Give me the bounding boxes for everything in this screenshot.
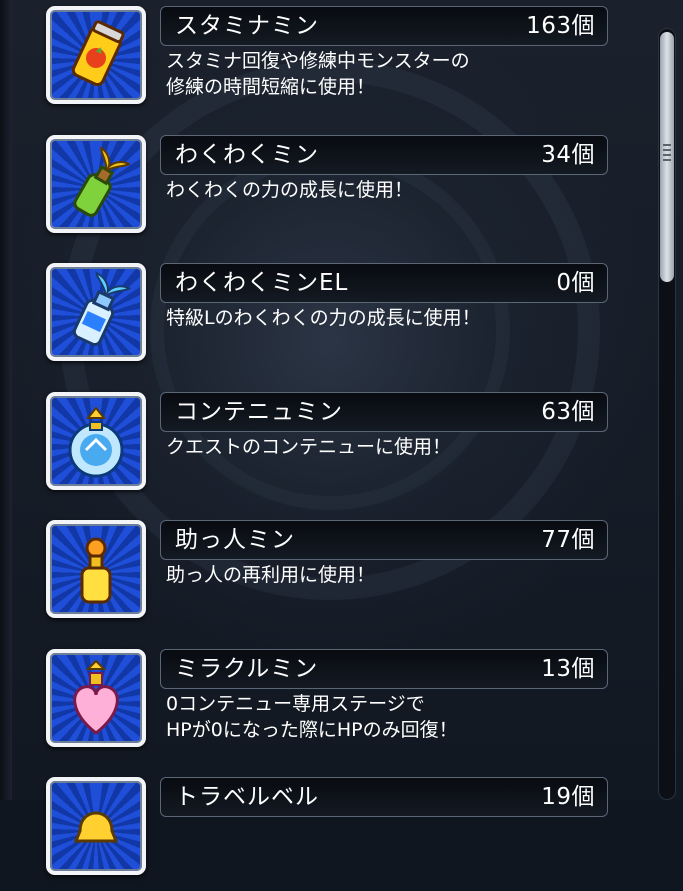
item-description-line: 0コンテニュー専用ステージで — [166, 693, 425, 715]
item-name-bar: わくわくミン 34個 — [160, 135, 608, 175]
list-item-stamina[interactable]: スタミナミン 163個 スタミナ回復や修練中モンスターの 修練の時間短縮に使用！ — [0, 0, 650, 120]
item-description-line: 助っ人の再利用に使用！ — [166, 564, 376, 586]
item-name-bar: わくわくミンEL 0個 — [160, 263, 608, 303]
item-name-bar: 助っ人ミン 77個 — [160, 520, 608, 560]
item-description: スタミナ回復や修練中モンスターの 修練の時間短縮に使用！ — [166, 48, 606, 100]
item-count: 34個 — [541, 142, 595, 168]
item-name-bar: コンテニュミン 63個 — [160, 392, 608, 432]
bell-icon — [46, 777, 146, 875]
item-count: 63個 — [541, 399, 595, 425]
list-item-travel-bell[interactable]: トラベルベル 19個 — [0, 771, 650, 891]
item-name: 助っ人ミン — [175, 527, 295, 553]
item-name-bar: トラベルベル 19個 — [160, 777, 608, 817]
item-description-line: スタミナ回復や修練中モンスターの — [166, 50, 470, 72]
list-item-helper[interactable]: 助っ人ミン 77個 助っ人の再利用に使用！ — [0, 514, 650, 634]
list-item-wakuwaku-el[interactable]: わくわくミンEL 0個 特級Lのわくわくの力の成長に使用！ — [0, 257, 650, 377]
item-description-line: HPが0になった際にHPのみ回復！ — [166, 719, 458, 741]
list-item-wakuwaku[interactable]: わくわくミン 34個 わくわくの力の成長に使用！ — [0, 129, 650, 249]
item-description-line: 修練の時間短縮に使用！ — [166, 76, 376, 98]
list-item-miracle[interactable]: ミラクルミン 13個 0コンテニュー専用ステージで HPが0になった際にHPのみ… — [0, 643, 650, 763]
item-name: トラベルベル — [175, 784, 319, 810]
scrollbar-grip-line — [663, 159, 671, 161]
item-count: 0個 — [556, 270, 595, 296]
item-count: 19個 — [541, 784, 595, 810]
item-description: 0コンテニュー専用ステージで HPが0になった際にHPのみ回復！ — [166, 691, 606, 743]
item-description-line: 特級Lのわくわくの力の成長に使用！ — [166, 307, 481, 329]
list-item-continue[interactable]: コンテニュミン 63個 クエストのコンテニューに使用！ — [0, 386, 650, 506]
item-name: スタミナミン — [175, 13, 319, 39]
item-count: 13個 — [541, 656, 595, 682]
item-description: 特級Lのわくわくの力の成長に使用！ — [166, 305, 606, 331]
scrollbar-thumb[interactable] — [660, 32, 674, 282]
item-name: コンテニュミン — [175, 399, 343, 425]
helper-bottle-icon — [46, 520, 146, 618]
item-name: わくわくミン — [175, 142, 319, 168]
sprout-bottle-icon — [46, 135, 146, 233]
scrollbar-grip-line — [663, 144, 671, 146]
scrollbar-grip-line — [663, 149, 671, 151]
item-description-line: クエストのコンテニューに使用！ — [166, 436, 452, 458]
scrollbar-grip-line — [663, 154, 671, 156]
stamina-can-icon — [46, 6, 146, 104]
item-name: ミラクルミン — [175, 656, 319, 682]
item-description: わくわくの力の成長に使用！ — [166, 177, 606, 203]
item-count: 77個 — [541, 527, 595, 553]
continue-orb-icon — [46, 392, 146, 490]
item-count: 163個 — [526, 13, 595, 39]
item-description: 助っ人の再利用に使用！ — [166, 562, 606, 588]
item-list: スタミナミン 163個 スタミナ回復や修練中モンスターの 修練の時間短縮に使用！… — [0, 0, 650, 875]
item-name: わくわくミンEL — [175, 270, 349, 296]
item-description-line: わくわくの力の成長に使用！ — [166, 179, 414, 201]
item-name-bar: スタミナミン 163個 — [160, 6, 608, 46]
item-name-bar: ミラクルミン 13個 — [160, 649, 608, 689]
heart-bottle-icon — [46, 649, 146, 747]
el-bottle-icon — [46, 263, 146, 361]
item-description: クエストのコンテニューに使用！ — [166, 434, 606, 460]
